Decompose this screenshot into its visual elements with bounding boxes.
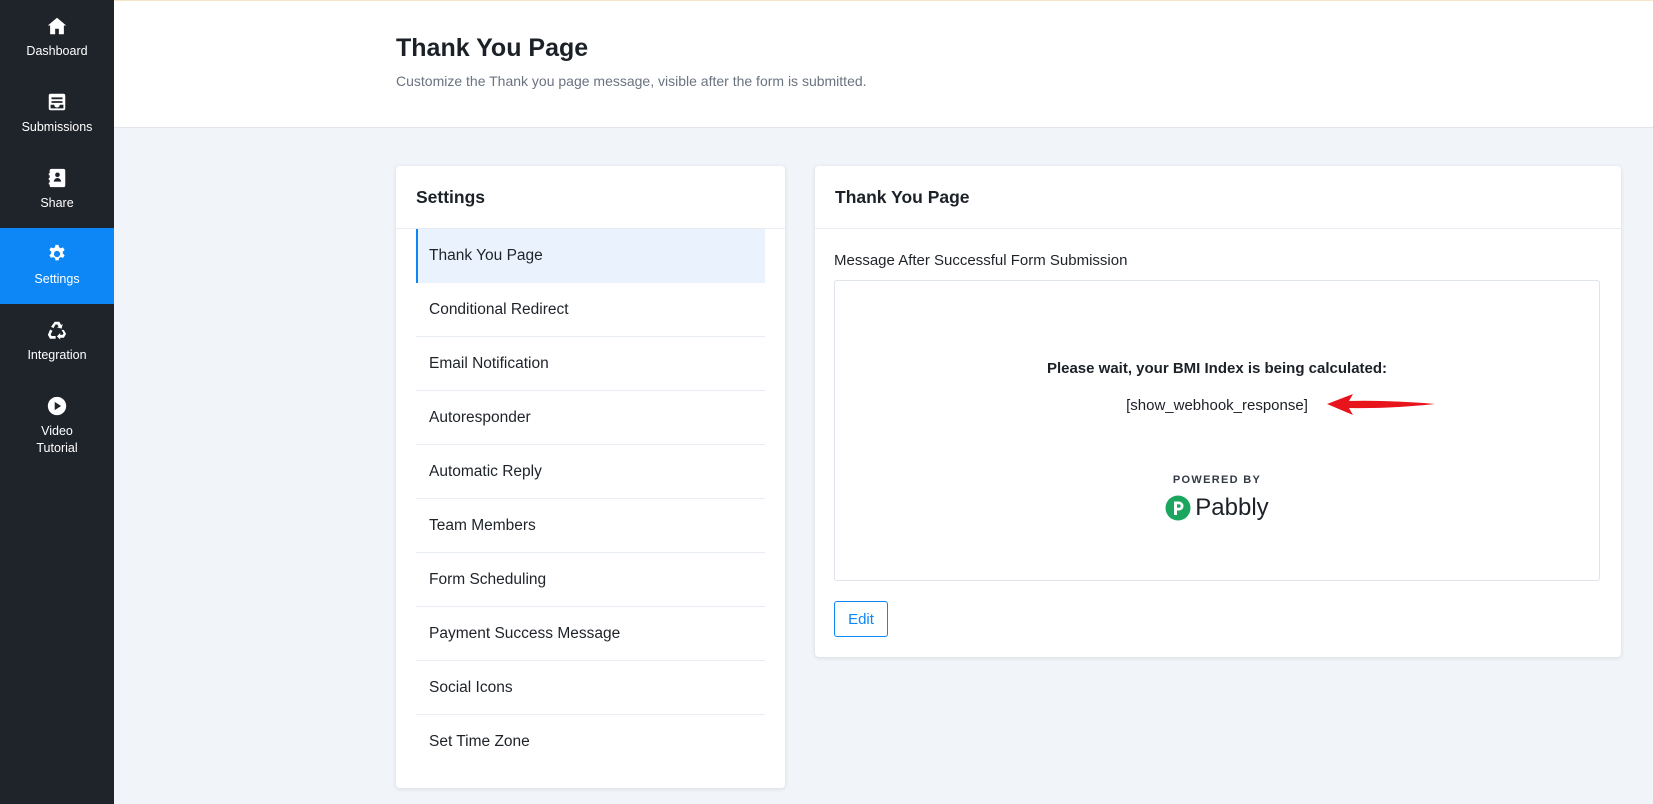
- sidebar-item-dashboard[interactable]: Dashboard: [0, 0, 114, 76]
- pabbly-brand-name: Pabbly: [1195, 494, 1269, 521]
- settings-item-conditional-redirect[interactable]: Conditional Redirect: [416, 283, 765, 337]
- settings-item-form-scheduling[interactable]: Form Scheduling: [416, 553, 765, 607]
- page-header: Thank You Page Customize the Thank you p…: [114, 0, 1653, 128]
- settings-panel-title: Settings: [396, 166, 785, 229]
- message-preview: Please wait, your BMI Index is being cal…: [834, 280, 1600, 581]
- sidebar-item-video-tutorial[interactable]: Video Tutorial: [0, 380, 114, 472]
- sidebar-item-label: Submissions: [21, 120, 93, 135]
- sidebar: Dashboard Submissions Share Settings Int…: [0, 0, 114, 804]
- page-title: Thank You Page: [396, 34, 589, 62]
- sidebar-item-label: Share: [40, 196, 74, 211]
- sidebar-item-submissions[interactable]: Submissions: [0, 76, 114, 152]
- settings-item-set-time-zone[interactable]: Set Time Zone: [416, 715, 765, 769]
- powered-by-label: POWERED BY: [1172, 474, 1262, 486]
- recycle-icon: [47, 322, 67, 340]
- sidebar-item-label: Dashboard: [26, 44, 88, 59]
- edit-button[interactable]: Edit: [834, 601, 888, 637]
- settings-item-autoresponder[interactable]: Autoresponder: [416, 391, 765, 445]
- thank-you-panel-title: Thank You Page: [815, 166, 1621, 229]
- play-circle-icon: [47, 396, 67, 415]
- message-field-label: Message After Successful Form Submission: [834, 252, 1128, 269]
- pabbly-logo-icon: [1165, 495, 1191, 521]
- inbox-icon: [48, 94, 66, 111]
- home-icon: [47, 18, 67, 35]
- page-subtitle: Customize the Thank you page message, vi…: [396, 73, 867, 89]
- preview-message: Please wait, your BMI Index is being cal…: [1046, 360, 1388, 377]
- settings-item-social-icons[interactable]: Social Icons: [416, 661, 765, 715]
- sidebar-item-integration[interactable]: Integration: [0, 304, 114, 380]
- gear-icon: [49, 245, 65, 261]
- sidebar-item-label: Settings: [34, 272, 80, 287]
- pabbly-logo: Pabbly: [835, 494, 1599, 522]
- red-arrow-annotation: [1327, 394, 1435, 415]
- settings-item-email-notification[interactable]: Email Notification: [416, 337, 765, 391]
- settings-menu: Thank You Page Conditional Redirect Emai…: [416, 229, 765, 769]
- preview-shortcode: [show_webhook_response]: [1126, 397, 1308, 414]
- thank-you-panel: Thank You Page Message After Successful …: [815, 166, 1621, 657]
- sidebar-item-label: Integration: [27, 348, 87, 363]
- settings-item-payment-success-message[interactable]: Payment Success Message: [416, 607, 765, 661]
- sidebar-item-label: Video Tutorial: [36, 423, 78, 456]
- sidebar-item-share[interactable]: Share: [0, 152, 114, 228]
- contact-book-icon: [48, 169, 66, 188]
- settings-item-team-members[interactable]: Team Members: [416, 499, 765, 553]
- settings-item-automatic-reply[interactable]: Automatic Reply: [416, 445, 765, 499]
- settings-item-thank-you-page[interactable]: Thank You Page: [416, 229, 765, 283]
- sidebar-item-settings[interactable]: Settings: [0, 228, 114, 304]
- settings-panel: Settings Thank You Page Conditional Redi…: [396, 166, 785, 788]
